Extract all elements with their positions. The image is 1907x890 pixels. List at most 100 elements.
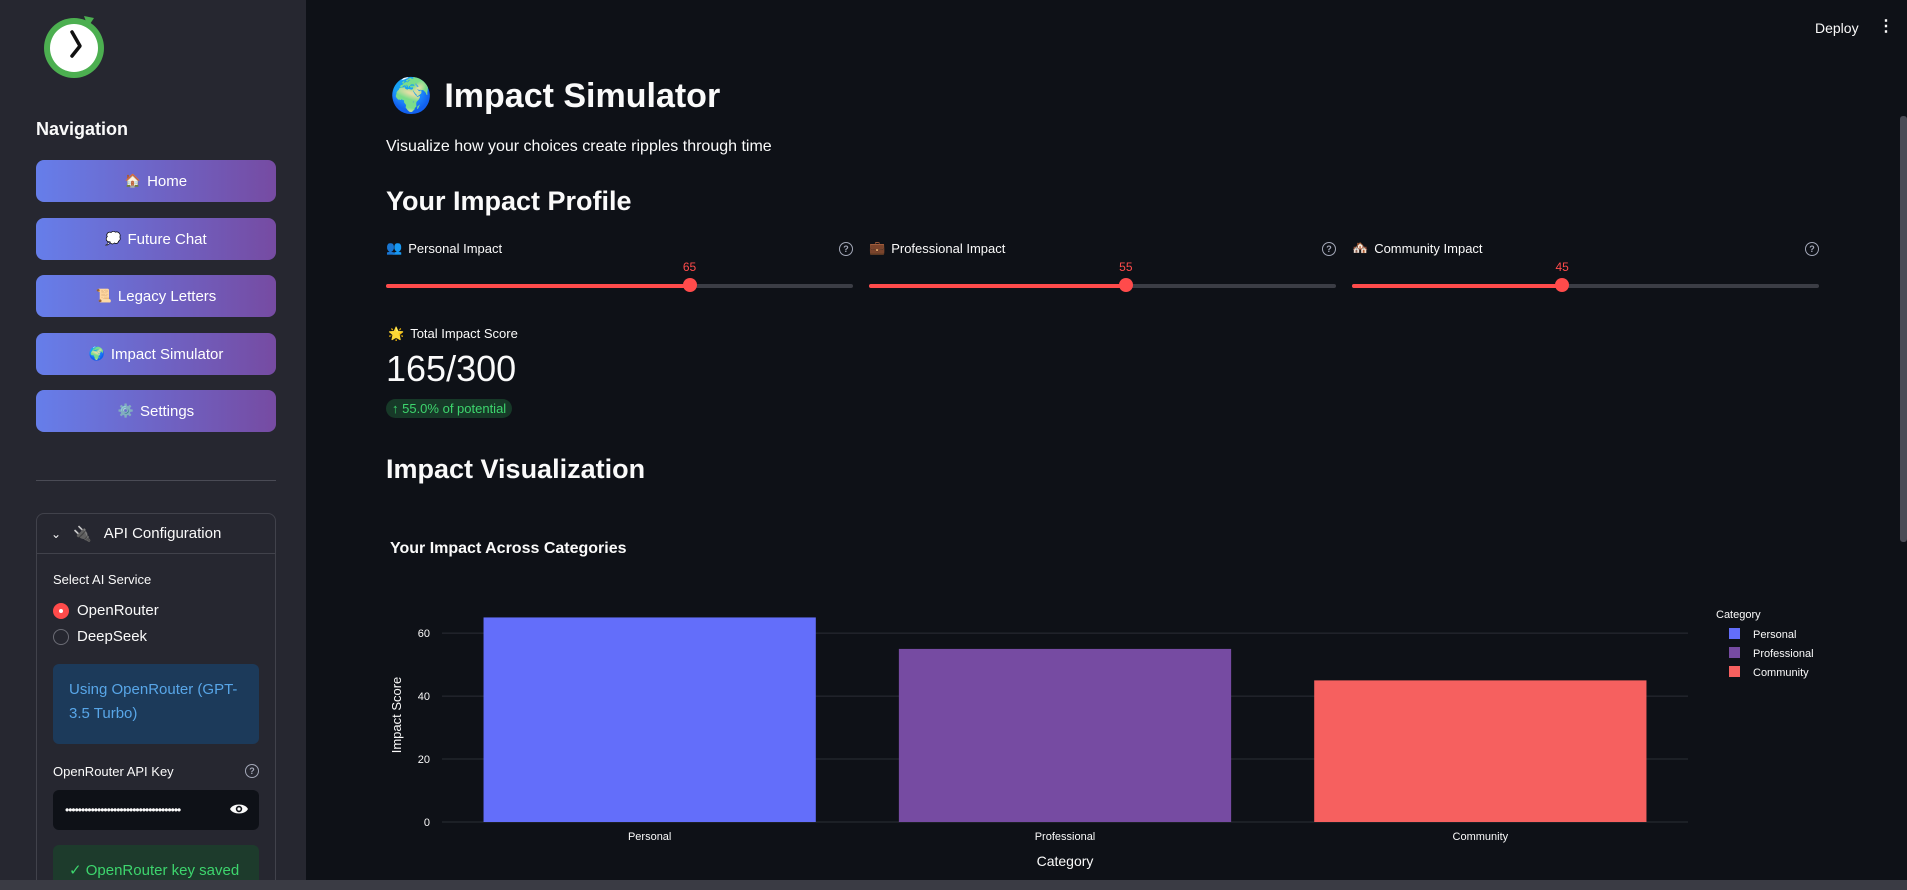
chevron-down-icon: ⌄ [51, 526, 62, 541]
house-icon: 🏠 [124, 173, 142, 188]
x-tick-label: Professional [1035, 831, 1096, 843]
clock-logo-icon[interactable] [36, 8, 112, 84]
globe-icon: 🌍 [390, 77, 433, 115]
bar-community [1314, 680, 1647, 822]
legend-label: Professional [1753, 648, 1814, 660]
select-service-label: Select AI Service [53, 572, 152, 587]
slider-value: 55 [1119, 260, 1133, 274]
radio-unselected-icon[interactable] [53, 628, 69, 645]
y-tick-label: 20 [418, 754, 430, 766]
legend-swatch [1729, 666, 1740, 677]
y-tick-label: 0 [424, 817, 430, 829]
thought-bubble-icon: 💭 [105, 231, 122, 246]
bar-personal [483, 617, 816, 822]
nav-button-label: Settings [139, 402, 195, 420]
slider-thumb[interactable] [1555, 278, 1570, 292]
y-axis-label: Impact Score [389, 677, 404, 754]
metric-delta-badge: ↑ 55.0% of potential [386, 399, 513, 418]
gear-icon: ⚙️ [117, 403, 134, 418]
slider-track[interactable] [386, 284, 853, 288]
personal-impact-slider[interactable]: 👥 Personal Impact ? 65 [386, 240, 853, 300]
slider-label-text: Professional Impact [891, 240, 1006, 256]
nav-legacy-letters-button[interactable]: 📜 Legacy Letters [36, 275, 276, 317]
x-tick-label: Community [1453, 831, 1509, 843]
radio-label: OpenRouter [77, 602, 159, 619]
impact-bar-chart: Your Impact Across Categories 0 20 40 60 Pers… [389, 540, 1814, 869]
sidebar: Navigation 🏠 Home 💭 Future Chat 📜 Legacy… [0, 0, 306, 880]
slider-label-text: Community Impact [1374, 240, 1483, 256]
bar-professional [898, 648, 1232, 822]
y-tick-label: 40 [418, 691, 430, 703]
legend-label: Personal [1753, 629, 1796, 641]
legend-label: Community [1753, 667, 1809, 679]
api-key-input[interactable]: •••••••••••••••••••••••••••••••••••• [53, 790, 259, 830]
legend-swatch [1729, 647, 1740, 658]
legend-title: Category [1716, 609, 1761, 621]
help-icon[interactable]: ? [839, 242, 853, 256]
bottom-bar [0, 880, 1907, 890]
slider-value: 65 [682, 260, 697, 274]
radio-deepseek[interactable]: DeepSeek [53, 628, 147, 645]
slider-label: 👥 Personal Impact [386, 240, 502, 256]
deploy-button[interactable]: Deploy [1815, 20, 1859, 36]
page-subtitle: Visualize how your choices create ripple… [386, 138, 772, 155]
slider-label-text: Personal Impact [408, 240, 503, 256]
chart-title: Your Impact Across Categories [390, 540, 627, 557]
api-key-value: •••••••••••••••••••••••••••••••••••• [65, 803, 181, 817]
slider-thumb[interactable] [682, 278, 697, 292]
community-impact-slider[interactable]: 🏘️ Community Impact ? 45 [1352, 240, 1819, 300]
radio-selected-icon[interactable] [53, 602, 69, 619]
x-axis-label: Category [1037, 853, 1094, 869]
main-scrollbar[interactable] [1900, 116, 1907, 542]
x-tick-label: Personal [628, 831, 671, 843]
total-impact-value: 165/300 [386, 348, 517, 389]
key-saved-success-alert: ✓ OpenRouter key saved [53, 845, 259, 880]
legend-swatch [1729, 628, 1740, 639]
people-icon: 👥 [386, 240, 403, 255]
scroll-icon: 📜 [95, 288, 112, 303]
slider-track[interactable] [1352, 284, 1819, 288]
sidebar-divider [36, 480, 276, 481]
slider-track[interactable] [869, 284, 1336, 288]
api-key-label: OpenRouter API Key [53, 764, 174, 779]
total-impact-label-text: Total Impact Score [410, 326, 518, 341]
service-info-alert: Using OpenRouter (GPT-3.5 Turbo) [53, 664, 259, 744]
briefcase-icon: 💼 [869, 240, 886, 255]
nav-home-button[interactable]: 🏠 Home [36, 160, 276, 202]
plug-icon: 🔌 [73, 525, 92, 543]
page-title: 🌍 Impact Simulator [390, 76, 720, 116]
nav-button-label: Future Chat [127, 230, 207, 248]
professional-impact-slider[interactable]: 💼 Professional Impact ? 55 [869, 240, 1336, 300]
impact-visualization-heading: Impact Visualization [386, 454, 646, 484]
slider-label: 🏘️ Community Impact [1352, 240, 1483, 256]
nav-future-chat-button[interactable]: 💭 Future Chat [36, 218, 276, 260]
api-configuration-header[interactable]: ⌄ 🔌 API Configuration [37, 514, 275, 554]
page-title-text: Impact Simulator [444, 76, 721, 115]
nav-impact-simulator-button[interactable]: 🌍 Impact Simulator [36, 333, 276, 375]
slider-thumb[interactable] [1118, 278, 1133, 292]
api-configuration-title: API Configuration [103, 525, 222, 542]
nav-button-label: Impact Simulator [110, 345, 224, 363]
radio-openrouter[interactable]: OpenRouter [53, 602, 159, 619]
slider-value: 45 [1555, 260, 1569, 274]
help-icon[interactable]: ? [1805, 242, 1819, 256]
total-impact-label: 🌟 Total Impact Score [388, 326, 518, 342]
nav-button-label: Legacy Letters [117, 287, 217, 305]
slider-label: 💼 Professional Impact [869, 240, 1005, 256]
radio-label: DeepSeek [77, 628, 148, 645]
kebab-menu-icon[interactable]: ⋮ [1878, 19, 1894, 35]
navigation-title: Navigation [36, 119, 129, 139]
help-icon[interactable]: ? [245, 764, 259, 778]
slider-fill [1352, 284, 1563, 288]
impact-profile-heading: Your Impact Profile [386, 186, 632, 216]
eye-icon[interactable] [229, 802, 249, 816]
slider-fill [869, 284, 1126, 288]
slider-fill [386, 284, 690, 288]
globe-icon: 🌍 [88, 346, 105, 361]
api-configuration-expander: ⌄ 🔌 API Configuration Select AI Service … [36, 513, 276, 880]
houses-icon: 🏘️ [1352, 240, 1369, 255]
help-icon[interactable]: ? [1322, 242, 1336, 256]
y-tick-label: 60 [418, 628, 430, 640]
star-icon: 🌟 [388, 326, 405, 341]
nav-settings-button[interactable]: ⚙️ Settings [36, 390, 276, 432]
